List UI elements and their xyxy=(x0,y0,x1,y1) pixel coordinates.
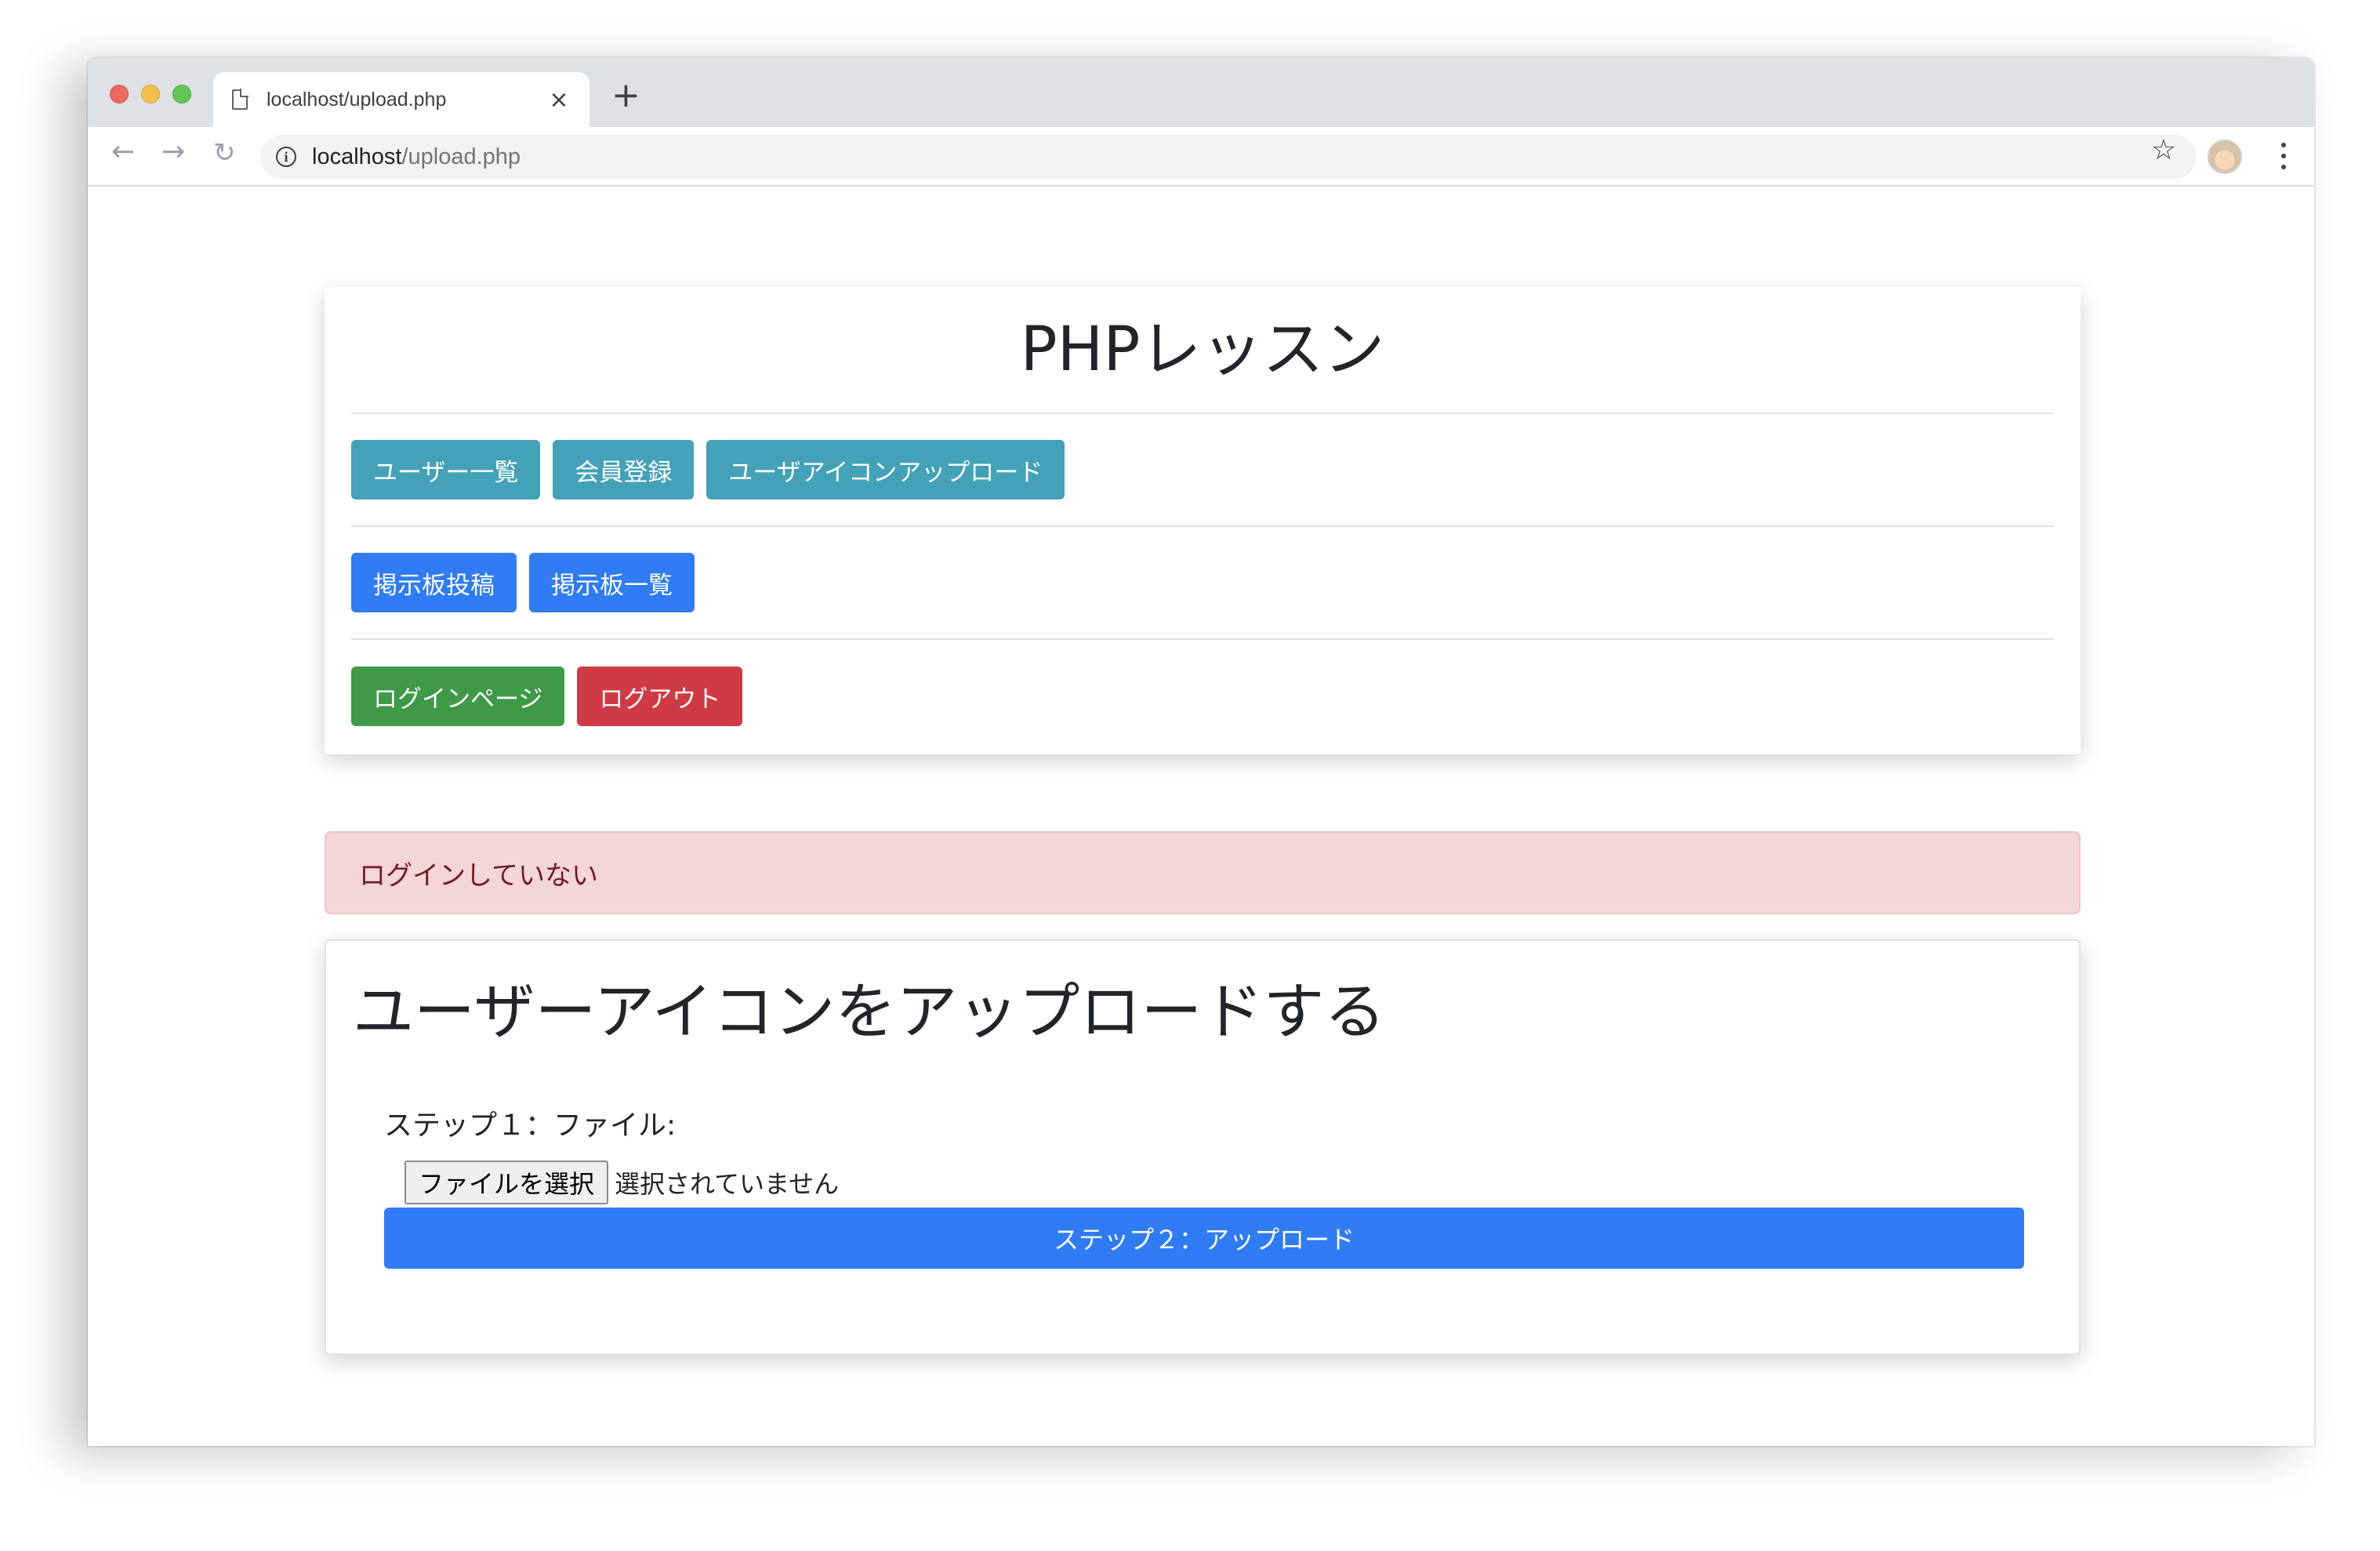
tab-title: localhost/upload.php xyxy=(267,88,447,111)
user-list-button[interactable]: ユーザー一覧 xyxy=(351,440,541,499)
browser-toolbar: ← → ↻ i localhost /upload.php ☆ xyxy=(88,127,2314,187)
browser-tab[interactable]: localhost/upload.php × xyxy=(213,72,590,127)
page-icon xyxy=(232,89,249,110)
url-host: localhost xyxy=(312,143,402,169)
member-register-button[interactable]: 会員登録 xyxy=(553,440,695,499)
board-list-button[interactable]: 掲示板一覧 xyxy=(529,553,695,612)
profile-avatar-icon[interactable] xyxy=(2208,140,2242,174)
file-status-text: 選択されていません xyxy=(615,1169,840,1199)
nav-row-auth: ログインページ ログアウト xyxy=(351,640,2054,753)
address-bar[interactable]: i localhost /upload.php xyxy=(260,135,2197,179)
url-path: /upload.php xyxy=(401,143,521,169)
upload-submit-button[interactable]: ステップ２：アップロード xyxy=(384,1208,2024,1269)
page-viewport: PHPレッスン ユーザー一覧 会員登録 ユーザアイコンアップロード 掲示板投稿 … xyxy=(88,187,2314,1446)
choose-file-button[interactable]: ファイルを選択 xyxy=(405,1161,609,1204)
reload-icon[interactable]: ↻ xyxy=(213,140,236,166)
upload-card: ユーザーアイコンをアップロードする ステップ１：ファイル: ファイルを選択 選択… xyxy=(325,939,2081,1355)
new-tab-icon[interactable]: + xyxy=(611,78,640,113)
back-icon[interactable]: ← xyxy=(111,138,135,166)
close-window-button[interactable] xyxy=(110,85,129,104)
user-icon-upload-button[interactable]: ユーザアイコンアップロード xyxy=(706,440,1065,499)
login-alert: ログインしていない xyxy=(325,831,2081,914)
board-post-button[interactable]: 掲示板投稿 xyxy=(351,553,517,612)
site-info-icon[interactable]: i xyxy=(276,147,296,167)
kebab-menu-icon[interactable] xyxy=(2281,143,2286,169)
step1-label: ステップ１：ファイル: xyxy=(384,1110,677,1142)
close-tab-icon[interactable]: × xyxy=(547,86,571,114)
nav-row-users: ユーザー一覧 会員登録 ユーザアイコンアップロード xyxy=(351,414,2054,527)
site-title: PHPレッスン xyxy=(351,287,2054,414)
browser-window: localhost/upload.php × + ← → ↻ i localho… xyxy=(88,58,2314,1446)
nav-row-board: 掲示板投稿 掲示板一覧 xyxy=(351,527,2054,640)
navigation-card: PHPレッスン ユーザー一覧 会員登録 ユーザアイコンアップロード 掲示板投稿 … xyxy=(325,287,2081,754)
forward-icon[interactable]: → xyxy=(161,138,185,166)
login-page-button[interactable]: ログインページ xyxy=(351,667,565,726)
logout-button[interactable]: ログアウト xyxy=(577,667,743,726)
maximize-window-button[interactable] xyxy=(172,85,191,104)
upload-title: ユーザーアイコンをアップロードする xyxy=(353,977,1386,1048)
minimize-window-button[interactable] xyxy=(141,85,160,104)
tab-strip: localhost/upload.php × + xyxy=(88,58,2314,127)
bookmark-star-icon[interactable]: ☆ xyxy=(2151,136,2176,165)
